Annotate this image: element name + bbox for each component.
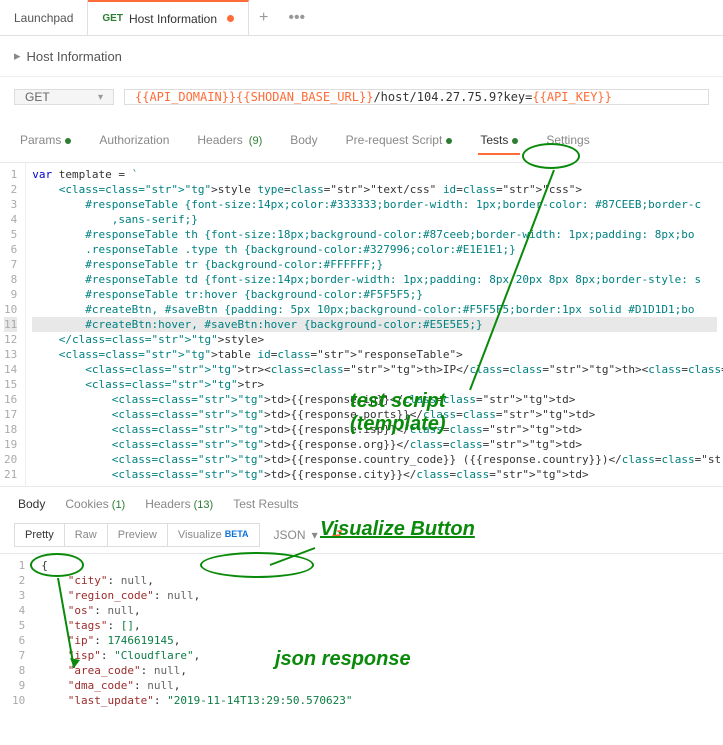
code-line[interactable]: <class=class="str">"tg">td>{{response.po… — [32, 407, 717, 422]
view-preview[interactable]: Preview — [108, 524, 168, 546]
code-line[interactable]: #responseTable td {font-size:14px;border… — [32, 272, 717, 287]
json-line[interactable]: "area_code": null, — [41, 663, 352, 678]
code-line[interactable]: <class=class="str">"tg">tr> — [32, 377, 717, 392]
code-line[interactable]: <class=class="str">"tg">style type=class… — [32, 182, 717, 197]
code-line[interactable]: <class=class="str">"tg">table id=class="… — [32, 347, 717, 362]
code-line[interactable]: </class=class="str">"tg">style> — [32, 332, 717, 347]
resptab-test-results[interactable]: Test Results — [233, 497, 298, 511]
caret-down-icon: ▾ — [312, 528, 318, 542]
json-line[interactable]: "isp": "Cloudflare", — [41, 648, 352, 663]
resptab-body[interactable]: Body — [18, 497, 45, 511]
code-line[interactable]: ,sans-serif;} — [32, 212, 717, 227]
tab-launchpad[interactable]: Launchpad — [0, 0, 88, 35]
subtab-params[interactable]: Params — [18, 127, 73, 155]
tab-more-button[interactable]: ••• — [278, 0, 315, 35]
resptab-headers[interactable]: Headers (13) — [145, 497, 213, 511]
subtab-body[interactable]: Body — [288, 127, 319, 155]
subtab-headers[interactable]: Headers (9) — [195, 127, 264, 155]
method-badge: GET — [102, 13, 123, 24]
code-line[interactable]: .responseTable .type th {background-colo… — [32, 242, 717, 257]
url-input[interactable]: {{API_DOMAIN}}{{SHODAN_BASE_URL}}/host/1… — [124, 89, 709, 105]
json-line[interactable]: "tags": [], — [41, 618, 352, 633]
json-line[interactable]: "os": null, — [41, 603, 352, 618]
code-line[interactable]: <class=class="str">"tg">td>{{response.or… — [32, 437, 717, 452]
caret-down-icon: ▾ — [98, 92, 103, 103]
wrap-lines-button[interactable]: ⮐ — [332, 525, 343, 546]
code-line[interactable]: <class=class="str">"tg">tr><class=class=… — [32, 362, 717, 377]
subtab-authorization[interactable]: Authorization — [97, 127, 171, 155]
subtab-settings[interactable]: Settings — [544, 127, 591, 155]
method-select[interactable]: GET▾ — [14, 89, 114, 105]
resptab-cookies[interactable]: Cookies (1) — [65, 497, 125, 511]
code-line[interactable]: <class=class="str">"tg">td>{{response.is… — [32, 422, 717, 437]
json-line[interactable]: "ip": 1746619145, — [41, 633, 352, 648]
section-title: Host Information — [27, 49, 122, 64]
code-line[interactable]: <class=class="str">"tg">td>{{response.co… — [32, 452, 717, 467]
code-line[interactable]: var template = ` — [32, 167, 717, 182]
chevron-right-icon: ▸ — [14, 48, 21, 64]
json-line[interactable]: "last_update": "2019-11-14T13:29:50.5706… — [41, 693, 352, 708]
view-raw[interactable]: Raw — [65, 524, 108, 546]
json-line[interactable]: "city": null, — [41, 573, 352, 588]
code-line[interactable]: #responseTable tr:hover {background-colo… — [32, 287, 717, 302]
format-select[interactable]: JSON▾ — [274, 528, 318, 542]
new-tab-button[interactable]: + — [249, 0, 278, 35]
subtab-pre-request-script[interactable]: Pre-request Script — [344, 127, 455, 155]
section-header[interactable]: ▸ Host Information — [0, 36, 723, 77]
code-line[interactable]: #createBtn, #saveBtn {padding: 5px 10px;… — [32, 302, 717, 317]
json-line[interactable]: "dma_code": null, — [41, 678, 352, 693]
code-line[interactable]: <class=class="str">"tg">td>{{response.ci… — [32, 467, 717, 482]
code-line[interactable]: #responseTable {font-size:14px;color:#33… — [32, 197, 717, 212]
view-pretty[interactable]: Pretty — [15, 524, 65, 546]
code-line[interactable]: #createBtn:hover, #saveBtn:hover {backgr… — [32, 317, 717, 332]
unsaved-dot-icon — [227, 15, 234, 22]
code-line[interactable]: #responseTable tr {background-color:#FFF… — [32, 257, 717, 272]
tab-host-information[interactable]: GET Host Information — [88, 0, 249, 35]
view-visualize[interactable]: VisualizeBETA — [168, 524, 259, 546]
code-line[interactable]: #responseTable th {font-size:18px;backgr… — [32, 227, 717, 242]
json-line[interactable]: "region_code": null, — [41, 588, 352, 603]
json-line[interactable]: { — [41, 558, 352, 573]
code-line[interactable]: <class=class="str">"tg">td>{{response.ip… — [32, 392, 717, 407]
subtab-tests[interactable]: Tests — [478, 127, 520, 155]
